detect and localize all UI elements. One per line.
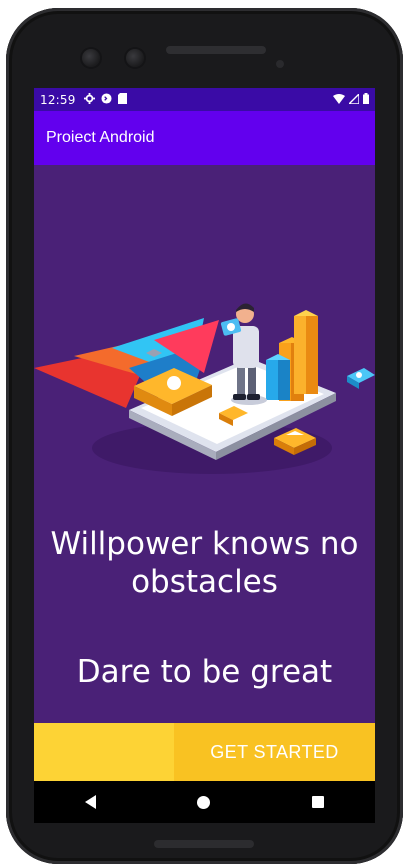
status-bar: 12:59: [34, 88, 375, 111]
navigation-bar: [34, 781, 375, 823]
cta-accent-block: [34, 723, 174, 781]
phone-frame: 12:59 Proiect Android Willpower knows no…: [6, 8, 403, 864]
tagline: Dare to be great: [76, 654, 333, 690]
settings-icon: [83, 92, 95, 107]
hero-illustration: [34, 248, 375, 488]
bottom-speaker: [154, 840, 254, 848]
front-camera-left: [82, 49, 100, 67]
wifi-icon: [333, 93, 345, 107]
home-icon[interactable]: [197, 795, 211, 809]
earpiece-speaker: [166, 46, 266, 54]
app-bar: Proiect Android: [34, 111, 375, 165]
sync-icon: [101, 92, 112, 107]
sd-card-icon: [117, 92, 127, 107]
battery-icon: [363, 93, 369, 107]
recents-icon[interactable]: [312, 796, 325, 808]
back-icon[interactable]: [84, 795, 96, 809]
signal-icon: [347, 92, 360, 107]
app-title: Proiect Android: [46, 129, 155, 146]
status-time: 12:59: [40, 92, 76, 107]
get-started-button[interactable]: GET STARTED: [174, 723, 375, 781]
front-camera-right: [126, 49, 144, 67]
phone-top-bezel: [6, 8, 403, 98]
motivational-quote: Willpower knows no obstacles: [50, 526, 359, 600]
status-icons-left: [83, 92, 127, 107]
cta-row: GET STARTED: [34, 723, 375, 781]
proximity-sensor: [276, 60, 284, 68]
screen: 12:59 Proiect Android Willpower knows no…: [34, 88, 375, 823]
status-icons-right: [333, 92, 369, 107]
